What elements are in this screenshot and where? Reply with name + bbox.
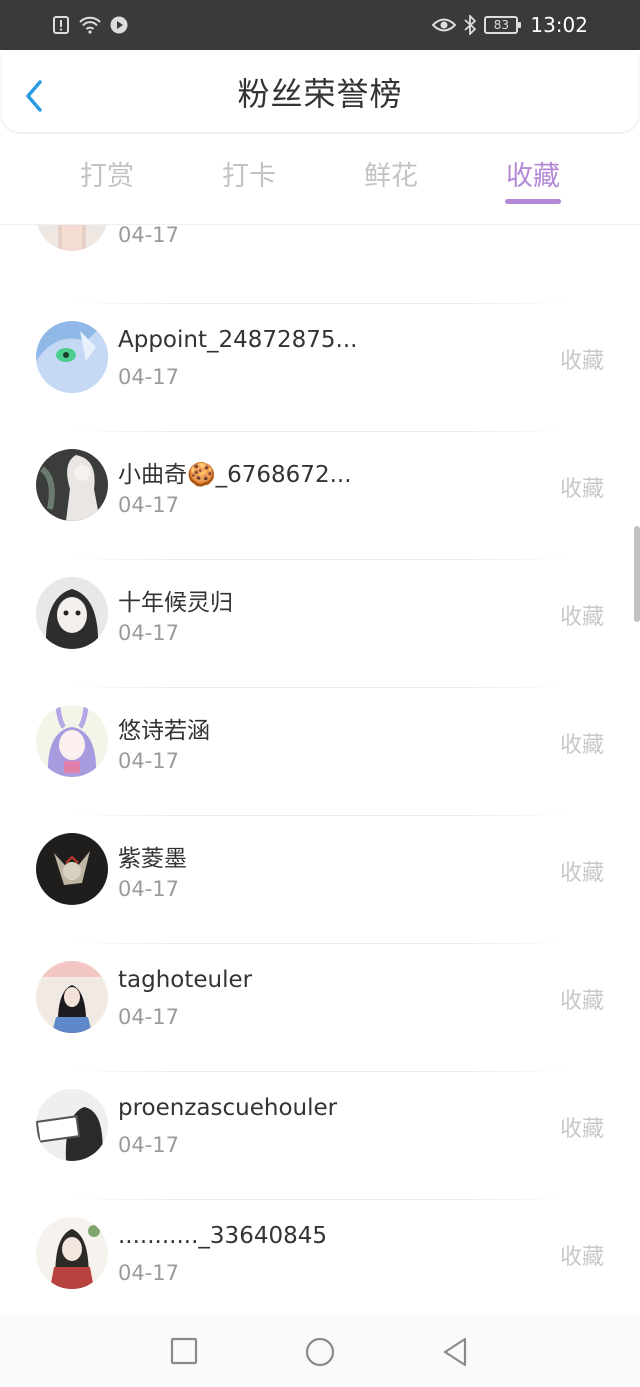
avatar[interactable] [36,705,108,777]
battery-icon: 83 [484,16,522,34]
avatar[interactable] [36,1089,108,1161]
avatar[interactable] [36,321,108,393]
user-name: proenzascuehouler [118,1095,338,1121]
avatar[interactable] [36,225,108,251]
date: 04-17 [118,225,180,247]
divider [70,815,570,816]
action-label: 收藏 [559,349,604,374]
tab-tipping[interactable]: 打赏 [80,154,134,193]
list-item[interactable]: ..........._33640845 04-17 收藏 [0,1199,640,1313]
system-nav-bar [0,1315,640,1387]
avatar[interactable] [36,449,108,521]
action-label: 收藏 [559,989,604,1014]
date: 04-17 [118,877,180,901]
date: 04-17 [118,1005,180,1029]
tab-checkin[interactable]: 打卡 [222,154,276,193]
avatar[interactable] [36,1217,108,1289]
page-title: 粉丝荣誉榜 [237,75,403,113]
date: 04-17 [118,621,180,645]
tab-bar: 打赏 打卡 鲜花 收藏 [0,140,640,212]
action-label: 收藏 [559,477,604,502]
user-name: 小曲奇🍪_6768672... [118,462,352,488]
user-name: ..........._33640845 [118,1223,327,1249]
action-label: 收藏 [559,605,604,630]
wifi-icon [78,16,102,34]
chevron-left-icon[interactable] [22,80,50,112]
avatar[interactable] [36,577,108,649]
avatar[interactable] [36,833,108,905]
list-item[interactable]: 紫菱墨 04-17 收藏 [0,815,640,943]
date: 04-17 [118,365,180,389]
avatar[interactable] [36,961,108,1033]
divider [70,687,570,688]
date: 04-17 [118,493,180,517]
action-label: 收藏 [559,733,604,758]
status-bar-left [52,16,128,34]
list-item[interactable]: Appoint_24872875... 04-17 收藏 [0,303,640,431]
page-header: 粉丝荣誉榜 [2,52,638,132]
bluetooth-icon [464,15,477,35]
divider [70,431,570,432]
divider [70,943,570,944]
list-item[interactable]: 小曲奇🍪_6768672... 04-17 收藏 [0,431,640,559]
status-bar-right: 83 13:02 [432,13,588,37]
tab-favorites[interactable]: 收藏 [506,154,560,193]
play-icon [110,16,128,34]
divider [70,1199,570,1200]
back-icon[interactable] [441,1337,469,1371]
tab-flowers[interactable]: 鲜花 [364,154,418,193]
status-time: 13:02 [530,13,588,37]
date: 04-17 [118,749,180,773]
user-name: taghoteuler [118,967,253,993]
action-label: 收藏 [559,1117,604,1142]
date: 04-17 [118,1133,180,1157]
fan-list: 04-17 收藏 Appoint_24872875... 04-17 收藏 小曲… [0,225,640,1313]
action-label: 收藏 [559,1245,604,1270]
user-name: 十年候灵归 [118,590,233,616]
user-name: 悠诗若涵 [118,718,210,744]
action-label: 收藏 [559,861,604,886]
list-item[interactable]: taghoteuler 04-17 收藏 [0,943,640,1071]
list-item[interactable]: proenzascuehouler 04-17 收藏 [0,1071,640,1199]
alert-icon [52,16,70,34]
active-tab-indicator [505,199,561,204]
home-icon[interactable] [305,1337,335,1371]
user-name: Appoint_24872875... [118,327,358,353]
divider [70,559,570,560]
list-item[interactable]: 04-17 收藏 [0,225,640,289]
list-item[interactable]: 十年候灵归 04-17 收藏 [0,559,640,687]
divider [70,1071,570,1072]
status-bar: 83 13:02 [0,0,640,50]
list-item[interactable]: 悠诗若涵 04-17 收藏 [0,687,640,815]
eye-icon [432,17,457,33]
user-name: 紫菱墨 [118,846,187,872]
scrollbar[interactable] [634,526,640,622]
divider [70,303,570,304]
recent-apps-icon[interactable] [170,1337,198,1369]
date: 04-17 [118,1261,180,1285]
